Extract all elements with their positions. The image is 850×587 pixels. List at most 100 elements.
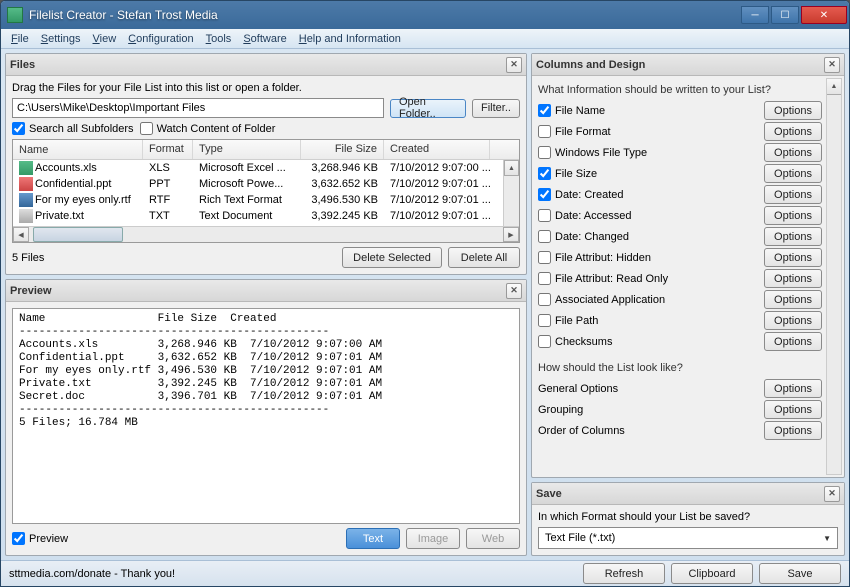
col-format[interactable]: Format: [143, 140, 193, 159]
menu-file[interactable]: File: [5, 31, 35, 47]
close-button[interactable]: ✕: [801, 6, 847, 24]
path-input[interactable]: [12, 98, 384, 118]
vertical-scrollbar[interactable]: ▲: [503, 160, 519, 226]
table-row[interactable]: For my eyes only.rtfRTFRich Text Format3…: [13, 192, 519, 208]
app-window: Filelist Creator - Stefan Trost Media ─ …: [0, 0, 850, 587]
look-option-label: Grouping: [538, 404, 760, 416]
look-option-label: General Options: [538, 383, 760, 395]
table-row[interactable]: Accounts.xlsXLSMicrosoft Excel ...3,268.…: [13, 160, 519, 176]
menu-tools[interactable]: Tools: [200, 31, 238, 47]
file-count: 5 Files: [12, 252, 44, 264]
column-option-checkbox[interactable]: File Path: [538, 314, 598, 327]
column-option-checkbox[interactable]: Checksums: [538, 335, 612, 348]
save-panel: Save ✕ In which Format should your List …: [531, 482, 845, 556]
format-select[interactable]: Text File (*.txt) ▼: [538, 527, 838, 549]
preview-title: Preview: [10, 285, 52, 297]
scroll-left-icon[interactable]: ◀: [13, 227, 29, 242]
column-option-checkbox[interactable]: File Size: [538, 167, 597, 180]
close-icon[interactable]: ✕: [506, 283, 522, 299]
preview-text[interactable]: Name File Size Created -----------------…: [12, 308, 520, 524]
options-button[interactable]: Options: [764, 269, 822, 288]
options-button[interactable]: Options: [764, 143, 822, 162]
scroll-thumb[interactable]: [33, 227, 123, 242]
column-option-checkbox[interactable]: Associated Application: [538, 293, 665, 306]
window-title: Filelist Creator - Stefan Trost Media: [29, 8, 741, 22]
save-question: In which Format should your List be save…: [538, 511, 838, 523]
options-button[interactable]: Options: [764, 311, 822, 330]
options-button[interactable]: Options: [764, 290, 822, 309]
image-tab-button[interactable]: Image: [406, 528, 460, 549]
options-button[interactable]: Options: [764, 227, 822, 246]
menu-view[interactable]: View: [87, 31, 123, 47]
table-row[interactable]: Confidential.pptPPTMicrosoft Powe...3,63…: [13, 176, 519, 192]
menu-settings[interactable]: Settings: [35, 31, 87, 47]
clipboard-button[interactable]: Clipboard: [671, 563, 753, 584]
format-value: Text File (*.txt): [545, 532, 615, 544]
menu-software[interactable]: Software: [237, 31, 292, 47]
web-tab-button[interactable]: Web: [466, 528, 520, 549]
options-button[interactable]: Options: [764, 421, 822, 440]
delete-selected-button[interactable]: Delete Selected: [342, 247, 442, 268]
close-icon[interactable]: ✕: [824, 57, 840, 73]
app-icon: [7, 7, 23, 23]
refresh-button[interactable]: Refresh: [583, 563, 665, 584]
scroll-up-icon[interactable]: ▲: [827, 79, 841, 95]
column-option-checkbox[interactable]: File Format: [538, 125, 611, 138]
minimize-button[interactable]: ─: [741, 6, 769, 24]
column-option-checkbox[interactable]: File Name: [538, 104, 605, 117]
col-size[interactable]: File Size: [301, 140, 384, 159]
vertical-scrollbar[interactable]: ▲: [826, 78, 842, 475]
horizontal-scrollbar[interactable]: ◀ ▶: [13, 226, 519, 242]
column-option-checkbox[interactable]: Date: Created: [538, 188, 623, 201]
options-button[interactable]: Options: [764, 379, 822, 398]
col-name[interactable]: Name: [13, 140, 143, 159]
delete-all-button[interactable]: Delete All: [448, 247, 520, 268]
options-button[interactable]: Options: [764, 206, 822, 225]
close-icon[interactable]: ✕: [824, 486, 840, 502]
file-icon: [19, 177, 33, 191]
files-title: Files: [10, 59, 35, 71]
menu-configuration[interactable]: Configuration: [122, 31, 199, 47]
options-button[interactable]: Options: [764, 122, 822, 141]
options-button[interactable]: Options: [764, 185, 822, 204]
options-button[interactable]: Options: [764, 164, 822, 183]
file-icon: [19, 209, 33, 223]
save-button[interactable]: Save: [759, 563, 841, 584]
preview-checkbox[interactable]: Preview: [12, 532, 68, 545]
look-option-label: Order of Columns: [538, 425, 760, 437]
options-button[interactable]: Options: [764, 332, 822, 351]
files-panel: Files ✕ Drag the Files for your File Lis…: [5, 53, 527, 275]
column-option-checkbox[interactable]: Date: Changed: [538, 230, 629, 243]
options-button[interactable]: Options: [764, 248, 822, 267]
col-type[interactable]: Type: [193, 140, 301, 159]
column-option-checkbox[interactable]: File Attribut: Read Only: [538, 272, 668, 285]
column-option-checkbox[interactable]: Date: Accessed: [538, 209, 631, 222]
statusbar: sttmedia.com/donate - Thank you! Refresh…: [1, 560, 849, 586]
maximize-button[interactable]: ☐: [771, 6, 799, 24]
column-option-checkbox[interactable]: Windows File Type: [538, 146, 647, 159]
watch-folder-checkbox[interactable]: Watch Content of Folder: [140, 122, 276, 135]
options-button[interactable]: Options: [764, 400, 822, 419]
options-button[interactable]: Options: [764, 101, 822, 120]
table-row[interactable]: Private.txtTXTText Document3,392.245 KB7…: [13, 208, 519, 224]
scroll-up-icon[interactable]: ▲: [504, 160, 519, 176]
file-icon: [19, 161, 33, 175]
filter-button[interactable]: Filter..: [472, 99, 520, 118]
column-option-checkbox[interactable]: File Attribut: Hidden: [538, 251, 651, 264]
preview-panel: Preview ✕ Name File Size Created -------…: [5, 279, 527, 556]
scroll-right-icon[interactable]: ▶: [503, 227, 519, 242]
menu-help[interactable]: Help and Information: [293, 31, 407, 47]
file-table: Name Format Type File Size Created Accou…: [12, 139, 520, 243]
files-hint: Drag the Files for your File List into t…: [12, 82, 520, 94]
col-created[interactable]: Created: [384, 140, 490, 159]
save-title: Save: [536, 488, 562, 500]
chevron-down-icon: ▼: [823, 534, 831, 543]
titlebar[interactable]: Filelist Creator - Stefan Trost Media ─ …: [1, 1, 849, 29]
close-icon[interactable]: ✕: [506, 57, 522, 73]
open-folder-button[interactable]: Open Folder..: [390, 99, 466, 118]
text-tab-button[interactable]: Text: [346, 528, 400, 549]
columns-title: Columns and Design: [536, 59, 645, 71]
search-subfolders-checkbox[interactable]: Search all Subfolders: [12, 122, 134, 135]
columns-panel: Columns and Design ✕ ▲ What Information …: [531, 53, 845, 478]
menubar: File Settings View Configuration Tools S…: [1, 29, 849, 49]
